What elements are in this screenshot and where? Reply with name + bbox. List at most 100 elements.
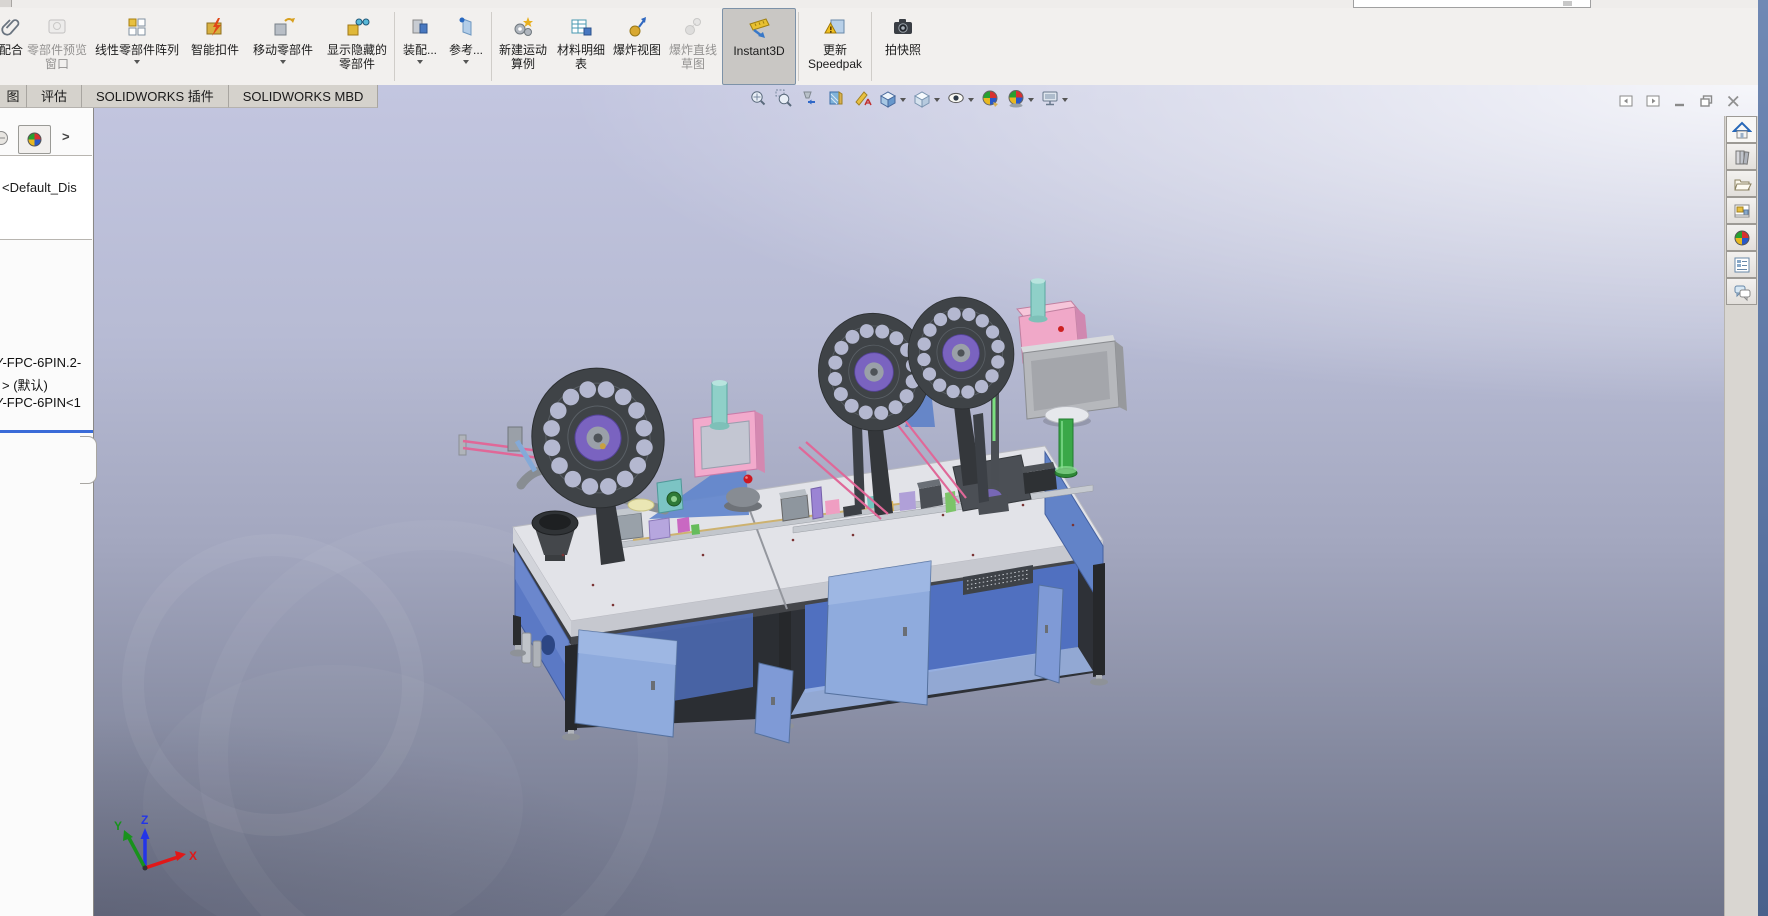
search-box-fragment[interactable] <box>1353 0 1591 8</box>
reference-geometry-icon <box>454 11 478 43</box>
file-explorer-button[interactable] <box>1726 170 1757 197</box>
tree-selection-divider <box>0 430 93 433</box>
properties-form-icon <box>1732 255 1752 275</box>
home-icon <box>1732 120 1752 140</box>
assembly-3d-model[interactable]: X Y Z <box>93 85 1758 916</box>
solidworks-window: 配合 零部件预览窗口 线性零部件阵列 智能扣件 移动零部件 <box>0 0 1768 916</box>
view-palette-button[interactable] <box>1726 197 1757 224</box>
panel-splitter-handle[interactable] <box>80 436 97 484</box>
update-speedpak-button[interactable]: 更新 Speedpak <box>801 8 869 85</box>
paperclip-mate-icon <box>0 11 24 43</box>
carrier-tape-reel-left[interactable] <box>519 356 677 520</box>
pane-collapse-left-button[interactable] <box>1618 93 1635 115</box>
smart-fasteners-icon <box>203 11 227 43</box>
triad-y-label: Y <box>114 819 122 833</box>
display-style-icon[interactable] <box>912 88 940 108</box>
design-library-button[interactable] <box>1726 143 1757 170</box>
preview-window-icon <box>45 11 69 43</box>
exploded-view-icon <box>625 11 649 43</box>
dropdown-caret-icon[interactable] <box>417 60 423 64</box>
toolbar-separator <box>798 12 799 81</box>
feature-manager-panel: > <Default_Dis Y-FPC-6PIN.2- > (默认) Y-FP… <box>0 108 94 916</box>
reference-geometry-button[interactable]: 参考... <box>443 8 489 85</box>
take-snapshot-button[interactable]: 拍快照 <box>874 8 932 85</box>
operator-monitor <box>1021 335 1127 419</box>
feature-manager-tab-row: > <box>0 125 93 153</box>
annotation-view-icon[interactable] <box>852 88 872 108</box>
hide-show-items-icon[interactable] <box>946 88 974 108</box>
tree-item-config-default[interactable]: > (默认) <box>2 375 202 394</box>
view-palette-icon <box>1732 201 1752 221</box>
explode-line-sketch-button: 爆炸直线草图 <box>664 8 722 85</box>
dropdown-caret-icon[interactable] <box>968 98 974 102</box>
custom-properties-button[interactable] <box>1726 251 1757 278</box>
solidworks-resources-button[interactable] <box>1726 116 1757 143</box>
move-component-button[interactable]: 移动零部件 <box>244 8 322 85</box>
pink-control-display <box>693 380 765 484</box>
toolbar-separator <box>491 12 492 81</box>
linear-component-pattern-button[interactable]: 线性零部件阵列 <box>88 8 186 85</box>
instant3d-button[interactable]: Instant3D <box>722 8 796 85</box>
view-orientation-icon[interactable] <box>878 88 906 108</box>
search-icon <box>1563 1 1572 6</box>
tab-sketch-partial[interactable]: 图 <box>0 85 27 108</box>
dropdown-caret-icon[interactable] <box>280 60 286 64</box>
tree-item-component[interactable]: Y-FPC-6PIN<1 <box>0 395 195 410</box>
previous-view-icon[interactable] <box>800 88 820 108</box>
graphics-viewport[interactable]: X Y Z <box>93 85 1758 916</box>
instant3d-ruler-icon <box>745 12 773 44</box>
triad-x-label: X <box>189 849 197 863</box>
dropdown-caret-icon[interactable] <box>934 98 940 102</box>
feature-tree-tab-icon[interactable] <box>0 129 10 152</box>
toolbar-separator <box>871 12 872 81</box>
appearances-scenes-button[interactable] <box>1726 224 1757 251</box>
restore-button[interactable] <box>1698 93 1715 115</box>
toolbar-separator <box>394 12 395 81</box>
linear-pattern-icon <box>125 11 149 43</box>
heads-up-view-toolbar <box>748 87 1068 109</box>
assembly-features-button[interactable]: 装配... <box>397 8 443 85</box>
display-manager-ball-icon <box>26 131 43 148</box>
motion-study-icon <box>511 11 535 43</box>
show-hidden-icon <box>344 11 370 43</box>
display-manager-tab[interactable] <box>18 125 51 154</box>
dropdown-caret-icon[interactable] <box>1028 98 1034 102</box>
document-window-controls <box>1618 93 1742 115</box>
minimize-button[interactable] <box>1672 93 1688 115</box>
dropdown-caret-icon[interactable] <box>463 60 469 64</box>
component-preview-window-button: 零部件预览窗口 <box>26 8 88 85</box>
mate-button[interactable]: 配合 <box>0 8 26 85</box>
zoom-to-area-icon[interactable] <box>774 88 794 108</box>
dropdown-caret-icon[interactable] <box>1062 98 1068 102</box>
tab-solidworks-addins[interactable]: SOLIDWORKS 插件 <box>82 85 229 108</box>
books-icon <box>1732 147 1752 167</box>
exploded-view-button[interactable]: 爆炸视图 <box>610 8 664 85</box>
view-settings-icon[interactable] <box>1040 88 1068 108</box>
zoom-to-fit-icon[interactable] <box>748 88 768 108</box>
bill-of-materials-button[interactable]: 材料明细表 <box>552 8 610 85</box>
tab-solidworks-mbd[interactable]: SOLIDWORKS MBD <box>229 85 379 108</box>
expand-panel-chevron[interactable]: > <box>62 129 70 144</box>
edit-appearance-icon[interactable] <box>980 88 1000 108</box>
pane-collapse-right-button[interactable] <box>1645 93 1662 115</box>
configuration-text: <Default_Dis <box>2 180 77 195</box>
new-motion-study-button[interactable]: 新建运动算例 <box>494 8 552 85</box>
tab-evaluate[interactable]: 评估 <box>27 85 82 108</box>
display-pane-header: <Default_Dis <box>0 155 92 240</box>
window-frame-edge <box>1758 0 1768 916</box>
task-pane-strip <box>1724 116 1758 916</box>
section-view-icon[interactable] <box>826 88 846 108</box>
smart-fasteners-button[interactable]: 智能扣件 <box>186 8 244 85</box>
explode-line-sketch-icon <box>681 11 705 43</box>
solidworks-forum-button[interactable] <box>1726 278 1757 305</box>
tree-item-assembly[interactable]: Y-FPC-6PIN.2- <box>0 355 195 370</box>
printer-box <box>1021 462 1057 494</box>
move-component-icon <box>270 11 296 43</box>
show-hidden-components-button[interactable]: 显示隐藏的零部件 <box>322 8 392 85</box>
close-button[interactable] <box>1725 93 1742 115</box>
dropdown-caret-icon[interactable] <box>134 60 140 64</box>
menu-fragment <box>0 0 12 7</box>
command-manager-tabs: 图 评估 SOLIDWORKS 插件 SOLIDWORKS MBD <box>0 85 378 108</box>
apply-scene-icon[interactable] <box>1006 88 1034 108</box>
dropdown-caret-icon[interactable] <box>900 98 906 102</box>
